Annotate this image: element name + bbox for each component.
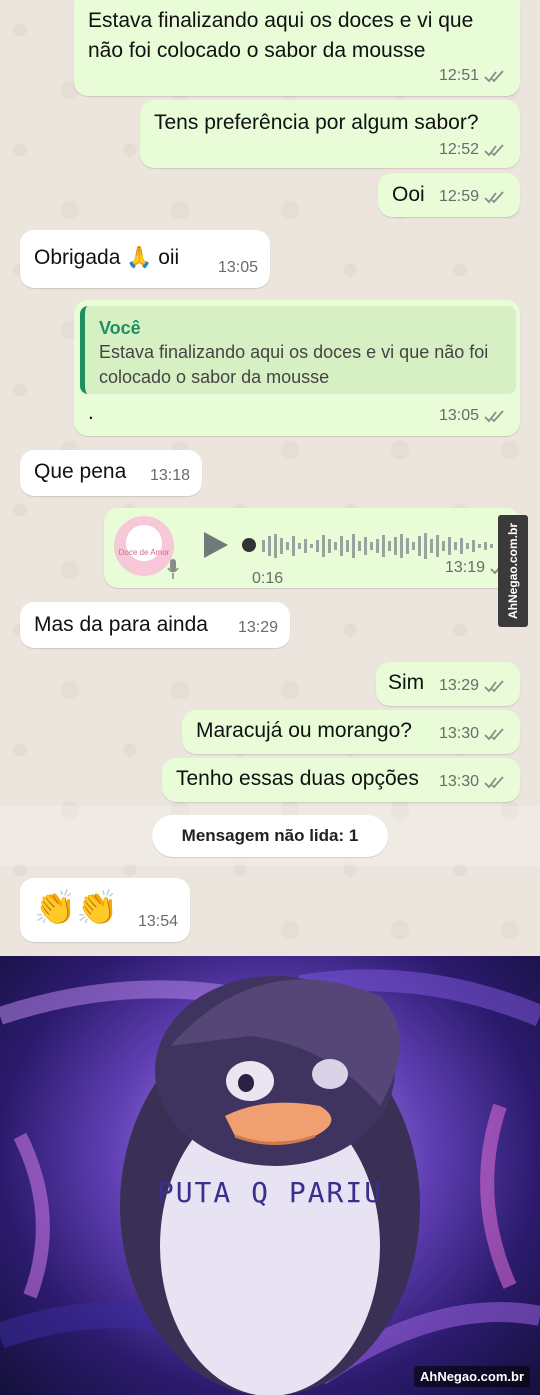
play-icon[interactable] (202, 530, 230, 560)
message-text: Tens preferência por algum sabor? (154, 111, 479, 134)
quote-author: Você (99, 318, 141, 338)
message-meta: 13:05 (218, 253, 258, 282)
message-meta: 13:29 (439, 671, 506, 700)
message-meta: 13:30 (439, 719, 506, 748)
message-meta: 13:18 (150, 461, 190, 490)
message-meta: 12:51 (439, 61, 506, 90)
message-text: Obrigada 🙏 oii (34, 246, 180, 269)
message-time: 13:30 (438, 725, 479, 742)
message-text: Estava finalizando aqui os doces e vi qu… (88, 9, 474, 62)
message-outgoing[interactable]: Ooi 12:59 (378, 173, 520, 217)
double-check-icon (484, 679, 504, 692)
meme-watermark: AhNegao.com.br (413, 1366, 530, 1387)
message-text: Ooi (392, 183, 425, 206)
message-text: Sim (388, 671, 425, 694)
unread-messages-divider: Mensagem não lida: 1 (152, 815, 388, 857)
message-text: Maracujá ou morango? (196, 719, 412, 742)
message-meta: 13:30 (439, 767, 506, 796)
message-outgoing[interactable]: Tenho essas duas opções 13:30 (162, 758, 520, 802)
message-incoming[interactable]: Que pena 13:18 (20, 450, 202, 496)
watermark-text: AhNegao.com.br (506, 522, 520, 620)
double-check-icon (484, 775, 504, 788)
microphone-icon (167, 559, 179, 579)
message-text: 👏👏 (34, 889, 119, 927)
message-time: 12:59 (438, 188, 479, 205)
double-check-icon (484, 190, 504, 203)
message-time: 13:54 (137, 913, 178, 930)
meme-caption: PUTA Q PARIU (156, 1176, 384, 1209)
message-text: Tenho essas duas opções (176, 767, 419, 790)
message-meta: 13:54 (138, 907, 178, 936)
message-outgoing[interactable]: Tens preferência por algum sabor? 12:52 (140, 100, 520, 168)
message-text: Mas da para ainda (34, 613, 208, 636)
message-meta: 12:52 (439, 135, 506, 164)
message-outgoing-reply[interactable]: Você Estava finalizando aqui os doces e … (74, 300, 520, 436)
message-text: . (88, 401, 94, 424)
message-incoming[interactable]: Obrigada 🙏 oii 13:05 (20, 230, 270, 288)
double-check-icon (484, 409, 504, 422)
chat-screen: Estava finalizando aqui os doces e vi qu… (0, 0, 540, 956)
message-time: 13:29 (237, 619, 278, 636)
meme-image: PUTA Q PARIU AhNegao.com.br (0, 956, 540, 1395)
message-incoming[interactable]: 👏👏 13:54 (20, 878, 190, 942)
quote-text: Estava finalizando aqui os doces e vi qu… (99, 342, 489, 387)
quoted-message[interactable]: Você Estava finalizando aqui os doces e … (80, 306, 516, 394)
message-time: 13:05 (438, 407, 479, 424)
audio-progress-knob[interactable] (242, 538, 256, 552)
double-check-icon (484, 143, 504, 156)
message-time: 13:05 (217, 259, 258, 276)
message-meta: 12:59 (439, 182, 506, 211)
message-audio[interactable]: Doce de Amor 0:16 13:19 (104, 508, 520, 588)
message-time: 13:30 (438, 773, 479, 790)
message-outgoing[interactable]: Estava finalizando aqui os doces e vi qu… (74, 0, 520, 96)
message-text: Que pena (34, 460, 127, 483)
watermark-side: AhNegao.com.br (498, 515, 528, 627)
audio-sender-avatar: Doce de Amor (114, 516, 174, 576)
message-meta: 13:05 (439, 401, 506, 430)
message-outgoing[interactable]: Maracujá ou morango? 13:30 (182, 710, 520, 754)
audio-duration: 0:16 (252, 570, 284, 587)
avatar-label: Doce de Amor (118, 548, 170, 557)
message-outgoing[interactable]: Sim 13:29 (376, 662, 520, 706)
message-time: 13:19 (444, 559, 485, 576)
message-time: 12:51 (438, 67, 479, 84)
message-incoming[interactable]: Mas da para ainda 13:29 (20, 602, 290, 648)
message-time: 13:29 (438, 677, 479, 694)
double-check-icon (484, 69, 504, 82)
double-check-icon (484, 727, 504, 740)
message-time: 13:18 (149, 467, 190, 484)
message-time: 12:52 (438, 141, 479, 158)
message-meta: 13:29 (238, 613, 278, 642)
